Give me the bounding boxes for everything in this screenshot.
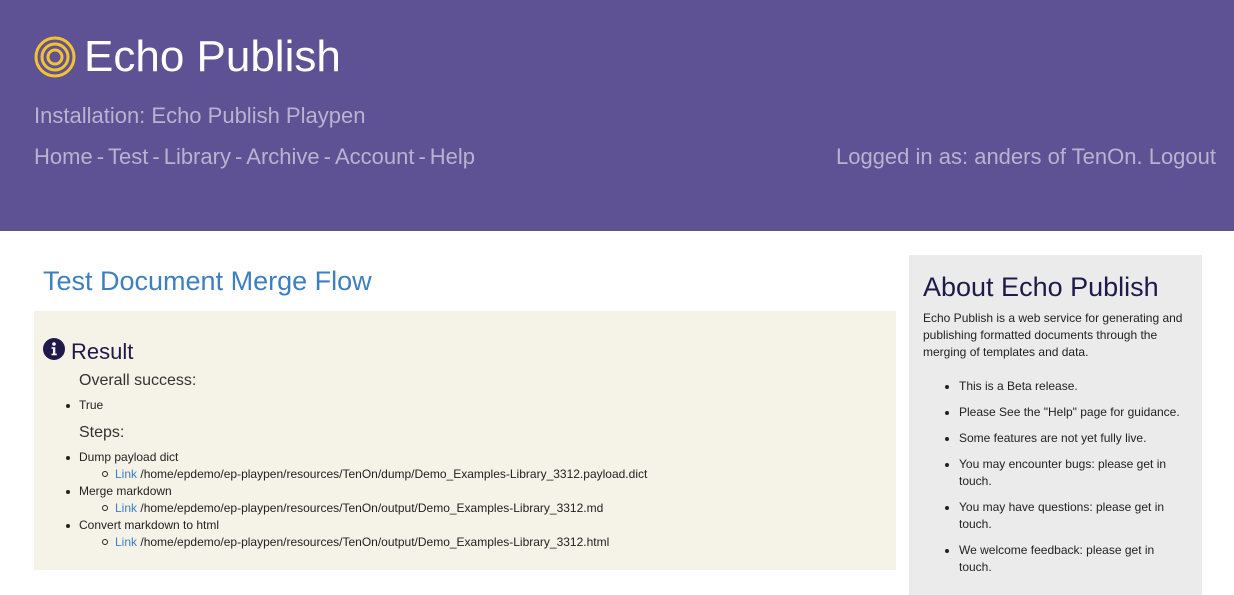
nav-help-link[interactable]: Help [430, 144, 475, 169]
steps-list: Dump payload dict Link /home/epdemo/ep-p… [65, 449, 647, 551]
sidebar-note: You may have questions: please get in to… [945, 499, 1184, 533]
step-output-path: /home/epdemo/ep-playpen/resources/TenOn/… [140, 467, 648, 481]
overall-success-value: True [65, 398, 104, 412]
step-output-path: /home/epdemo/ep-playpen/resources/TenOn/… [140, 535, 610, 549]
nav-test-link[interactable]: Test [108, 144, 148, 169]
page-title: Test Document Merge Flow [43, 266, 372, 296]
user-status: Logged in as: anders of TenOn. Logout [836, 143, 1216, 171]
installation-label: Installation: Echo Publish Playpen [34, 103, 366, 128]
overall-success-list: True [65, 397, 104, 414]
sidebar-note: We welcome feedback: please get in touch… [945, 542, 1184, 576]
main-nav: Home - Test - Library - Archive - Account - Help [34, 143, 475, 171]
steps-label: Steps: [79, 424, 125, 441]
step-output-list: Link /home/epdemo/ep-playpen/resources/T… [79, 534, 647, 551]
step-item: Convert markdown to html Link /home/epde… [65, 517, 647, 551]
nav-separator: - [234, 144, 243, 169]
nav-library-link[interactable]: Library [164, 144, 231, 169]
result-panel: Result Overall success: True Steps: Dump… [34, 311, 896, 570]
sidebar-description: Echo Publish is a web service for genera… [923, 311, 1183, 359]
step-output-list: Link /home/epdemo/ep-playpen/resources/T… [79, 500, 647, 517]
logout-link[interactable]: Logout [1149, 144, 1216, 169]
nav-home-link[interactable]: Home [34, 144, 93, 169]
sidebar-note: This is a Beta release. [945, 378, 1184, 395]
sidebar-title: About Echo Publish [923, 272, 1159, 302]
nav-archive-link[interactable]: Archive [246, 144, 319, 169]
about-sidebar: About Echo Publish Echo Publish is a web… [909, 255, 1202, 595]
step-output: Link /home/epdemo/ep-playpen/resources/T… [101, 534, 647, 551]
step-item: Dump payload dict Link /home/epdemo/ep-p… [65, 449, 647, 483]
step-output-link[interactable]: Link [115, 467, 137, 481]
sidebar-note: Some features are not yet fully live. [945, 430, 1184, 447]
step-output: Link /home/epdemo/ep-playpen/resources/T… [101, 500, 647, 517]
site-header: Echo Publish Installation: Echo Publish … [0, 0, 1234, 231]
info-icon [43, 338, 65, 360]
site-brand-title[interactable]: Echo Publish [84, 32, 341, 82]
step-output-link[interactable]: Link [115, 501, 137, 515]
sidebar-notes: This is a Beta release. Please See the "… [945, 378, 1184, 585]
overall-success-label: Overall success: [79, 372, 197, 389]
step-name: Convert markdown to html [79, 518, 220, 532]
nav-separator: - [418, 144, 426, 169]
nav-separator: - [96, 144, 105, 169]
step-output-list: Link /home/epdemo/ep-playpen/resources/T… [79, 466, 647, 483]
nav-separator: - [323, 144, 331, 169]
sidebar-note: You may encounter bugs: please get in to… [945, 456, 1184, 490]
step-output-path: /home/epdemo/ep-playpen/resources/TenOn/… [140, 501, 604, 515]
nav-separator: - [152, 144, 160, 169]
step-output: Link /home/epdemo/ep-playpen/resources/T… [101, 466, 648, 483]
logged-in-text: Logged in as: anders of TenOn. [835, 144, 1143, 169]
step-item: Merge markdown Link /home/epdemo/ep-play… [65, 483, 647, 517]
step-output-link[interactable]: Link [115, 535, 137, 549]
nav-account-link[interactable]: Account [335, 144, 415, 169]
result-heading: Result [71, 339, 134, 364]
concentric-circles-logo-icon [34, 36, 76, 78]
step-name: Merge markdown [79, 484, 172, 498]
sidebar-note: Please See the "Help" page for guidance. [945, 404, 1184, 421]
step-name: Dump payload dict [79, 450, 179, 464]
